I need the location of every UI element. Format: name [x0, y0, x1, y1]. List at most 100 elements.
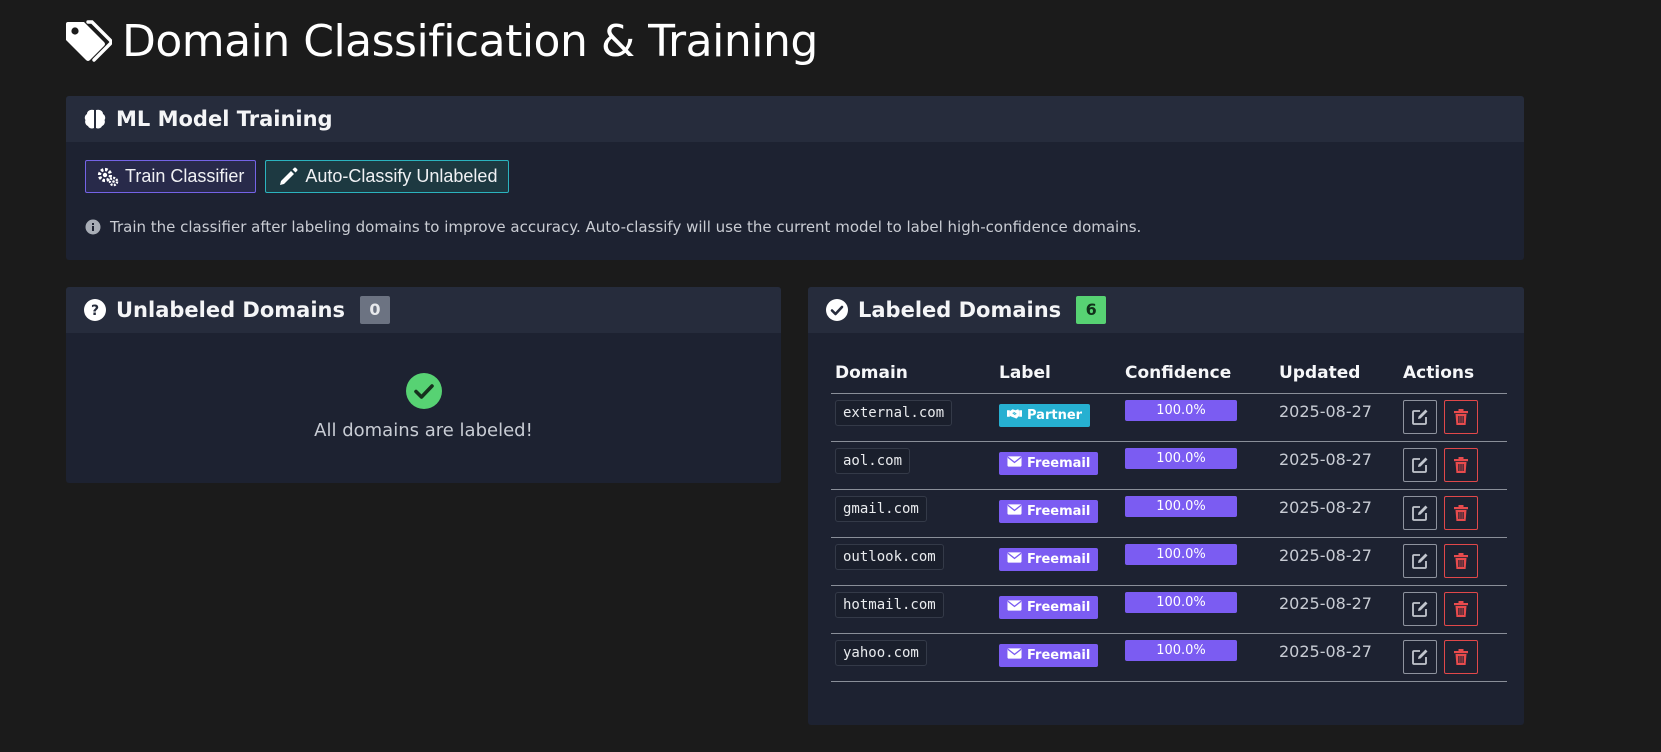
label-cell: Freemail — [995, 489, 1121, 538]
page-title-text: Domain Classification & Training — [122, 16, 818, 67]
train-classifier-button[interactable]: Train Classifier — [85, 160, 257, 193]
domain-cell: external.com — [831, 393, 995, 442]
label-cell: Freemail — [995, 537, 1121, 586]
confidence-text: 100.0% — [1156, 595, 1206, 610]
edit-button[interactable] — [1403, 448, 1437, 482]
label-text: Partner — [1027, 408, 1083, 423]
envelope-icon — [1007, 504, 1022, 515]
ml-training-card: ML Model Training Train Classifier Auto-… — [66, 96, 1524, 260]
handshake-icon — [1007, 409, 1022, 419]
pencil-icon — [280, 167, 298, 185]
domain-cell: yahoo.com — [831, 633, 995, 682]
domain-cell: aol.com — [831, 441, 995, 490]
delete-button[interactable] — [1444, 400, 1479, 434]
confidence-bar: 100.0% — [1125, 544, 1237, 565]
domain-name: hotmail.com — [835, 592, 944, 618]
label-cell: Freemail — [995, 585, 1121, 634]
updated-date: 2025-08-27 — [1279, 546, 1372, 565]
edit-button[interactable] — [1403, 544, 1437, 578]
label-badge: Freemail — [999, 500, 1099, 523]
unlabeled-header: ? Unlabeled Domains 0 — [66, 287, 781, 333]
trash-icon — [1454, 601, 1469, 617]
labeled-header: Labeled Domains 6 — [808, 287, 1524, 333]
delete-button[interactable] — [1444, 544, 1479, 578]
delete-button[interactable] — [1444, 448, 1479, 482]
edit-icon — [1412, 409, 1428, 425]
ml-hint: Train the classifier after labeling doma… — [85, 218, 1141, 236]
updated-date: 2025-08-27 — [1279, 642, 1372, 661]
actions-cell — [1399, 393, 1507, 442]
ml-hint-text: Train the classifier after labeling doma… — [110, 218, 1142, 236]
delete-button[interactable] — [1444, 592, 1479, 626]
confidence-bar: 100.0% — [1125, 592, 1237, 613]
edit-icon — [1412, 601, 1428, 617]
column-header-confidence: Confidence — [1121, 353, 1275, 394]
unlabeled-count-badge: 0 — [360, 296, 390, 324]
table-row: gmail.com Freemail 100.0% 2025-08-27 — [831, 489, 1507, 538]
confidence-text: 100.0% — [1156, 451, 1206, 466]
updated-date: 2025-08-27 — [1279, 450, 1372, 469]
edit-icon — [1412, 553, 1428, 569]
question-circle-icon: ? — [84, 299, 106, 321]
label-cell: Partner — [995, 393, 1121, 442]
domain-name: outlook.com — [835, 544, 944, 570]
trash-icon — [1454, 457, 1469, 473]
train-classifier-label: Train Classifier — [125, 166, 245, 186]
domain-cell: outlook.com — [831, 537, 995, 586]
updated-cell: 2025-08-27 — [1275, 537, 1399, 586]
edit-button[interactable] — [1403, 496, 1437, 530]
updated-date: 2025-08-27 — [1279, 402, 1372, 421]
check-circle-icon — [405, 373, 442, 409]
actions-cell — [1399, 441, 1507, 490]
delete-button[interactable] — [1444, 640, 1479, 674]
confidence-bar: 100.0% — [1125, 448, 1237, 469]
edit-button[interactable] — [1403, 640, 1437, 674]
table-body: external.com Partner 100.0% 2025-08-27 a… — [831, 393, 1507, 682]
table-row: outlook.com Freemail 100.0% 2025-08-27 — [831, 537, 1507, 586]
trash-icon — [1454, 649, 1469, 665]
confidence-text: 100.0% — [1156, 643, 1206, 658]
domain-cell: gmail.com — [831, 489, 995, 538]
column-header-label: Label — [995, 353, 1121, 394]
actions-cell — [1399, 537, 1507, 586]
updated-date: 2025-08-27 — [1279, 594, 1372, 613]
labeled-domains-card: Labeled Domains 6 Domain Label Confidenc… — [808, 287, 1524, 725]
envelope-icon — [1007, 600, 1022, 611]
column-header-actions: Actions — [1399, 353, 1507, 394]
updated-cell: 2025-08-27 — [1275, 633, 1399, 682]
table-header-row: Domain Label Confidence Updated Actions — [831, 353, 1507, 394]
auto-classify-label: Auto-Classify Unlabeled — [305, 166, 498, 186]
label-badge: Freemail — [999, 452, 1099, 475]
table-row: external.com Partner 100.0% 2025-08-27 — [831, 393, 1507, 442]
gears-icon — [97, 167, 119, 186]
auto-classify-button[interactable]: Auto-Classify Unlabeled — [265, 160, 510, 193]
actions-cell — [1399, 633, 1507, 682]
column-header-domain: Domain — [831, 353, 995, 394]
label-text: Freemail — [1027, 552, 1091, 567]
edit-button[interactable] — [1403, 592, 1437, 626]
svg-text:?: ? — [91, 303, 99, 319]
empty-state: All domains are labeled! — [66, 372, 781, 441]
confidence-text: 100.0% — [1156, 403, 1206, 418]
label-badge: Partner — [999, 404, 1091, 427]
confidence-bar: 100.0% — [1125, 496, 1237, 517]
ml-button-row: Train Classifier Auto-Classify Unlabeled — [85, 160, 510, 193]
tags-icon — [66, 20, 112, 62]
actions-cell — [1399, 489, 1507, 538]
label-text: Freemail — [1027, 456, 1091, 471]
updated-date: 2025-08-27 — [1279, 498, 1372, 517]
label-cell: Freemail — [995, 633, 1121, 682]
updated-cell: 2025-08-27 — [1275, 585, 1399, 634]
confidence-cell: 100.0% — [1121, 537, 1275, 586]
label-badge: Freemail — [999, 596, 1099, 619]
domain-name: yahoo.com — [835, 640, 927, 666]
label-text: Freemail — [1027, 600, 1091, 615]
confidence-cell: 100.0% — [1121, 489, 1275, 538]
domain-name: external.com — [835, 400, 953, 426]
delete-button[interactable] — [1444, 496, 1479, 530]
column-header-updated: Updated — [1275, 353, 1399, 394]
updated-cell: 2025-08-27 — [1275, 441, 1399, 490]
labeled-title: Labeled Domains — [858, 298, 1062, 322]
brain-icon — [84, 109, 106, 129]
edit-button[interactable] — [1403, 400, 1437, 434]
